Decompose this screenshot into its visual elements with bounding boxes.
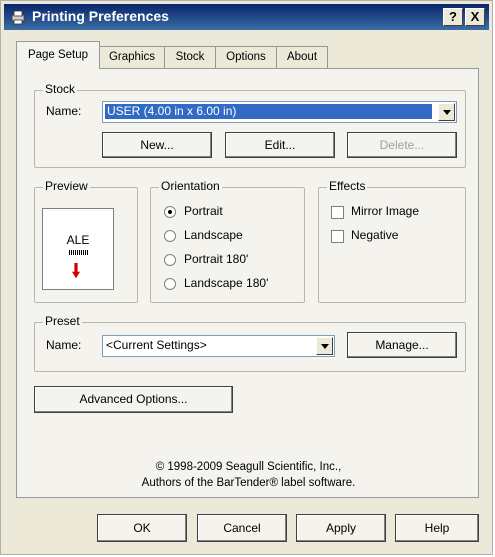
landscape-180-label: Landscape 180': [184, 276, 269, 290]
delete-stock-button[interactable]: Delete...: [347, 132, 457, 158]
title-bar[interactable]: Printing Preferences ? X: [4, 4, 489, 30]
edit-stock-button[interactable]: Edit...: [225, 132, 335, 158]
chevron-down-icon[interactable]: [438, 103, 455, 121]
tab-stock[interactable]: Stock: [164, 46, 216, 68]
mirror-image-checkbox[interactable]: [331, 206, 344, 219]
preset-name-label: Name:: [46, 338, 82, 352]
copyright-text: © 1998-2009 Seagull Scientific, Inc., Au…: [1, 459, 495, 491]
effects-legend: Effects: [327, 179, 368, 193]
preset-legend: Preset: [43, 314, 82, 328]
cancel-button[interactable]: Cancel: [197, 514, 287, 542]
help-title-button[interactable]: ?: [443, 8, 463, 26]
advanced-options-button[interactable]: Advanced Options...: [34, 386, 233, 413]
preview-legend: Preview: [43, 179, 90, 193]
preview-text: ALE: [66, 233, 90, 247]
chevron-down-icon[interactable]: [316, 337, 333, 355]
down-arrow-icon: [72, 263, 80, 279]
copyright-line-2: Authors of the BarTender® label software…: [141, 477, 356, 489]
printer-icon: [11, 10, 25, 25]
printing-preferences-window: Printing Preferences ? X Page Setup Grap…: [0, 0, 493, 555]
barcode-icon: [69, 250, 89, 255]
help-button[interactable]: Help: [395, 514, 479, 542]
ok-button[interactable]: OK: [97, 514, 187, 542]
copyright-line-1: © 1998-2009 Seagull Scientific, Inc.,: [155, 461, 342, 473]
stock-name-label: Name:: [46, 104, 82, 118]
preset-name-value: <Current Settings>: [106, 338, 207, 352]
mirror-image-label: Mirror Image: [351, 204, 420, 218]
portrait-180-label: Portrait 180': [184, 252, 249, 266]
stock-name-dropdown[interactable]: USER (4.00 in x 6.00 in): [102, 101, 457, 123]
tab-options[interactable]: Options: [215, 46, 277, 68]
orientation-legend: Orientation: [159, 179, 222, 193]
preset-name-dropdown[interactable]: <Current Settings>: [102, 335, 335, 357]
stock-legend: Stock: [43, 82, 78, 96]
close-button[interactable]: X: [465, 8, 485, 26]
tab-about[interactable]: About: [276, 46, 328, 68]
manage-preset-button[interactable]: Manage...: [347, 332, 457, 358]
landscape-radio[interactable]: [164, 230, 176, 242]
window-title: Printing Preferences: [32, 8, 169, 24]
negative-checkbox[interactable]: [331, 230, 344, 243]
new-stock-button[interactable]: New...: [102, 132, 212, 158]
portrait-radio[interactable]: [164, 206, 176, 218]
landscape-label: Landscape: [184, 228, 243, 242]
portrait-180-radio[interactable]: [164, 254, 176, 266]
stock-name-value: USER (4.00 in x 6.00 in): [105, 104, 432, 119]
landscape-180-radio[interactable]: [164, 278, 176, 290]
negative-label: Negative: [351, 228, 399, 242]
apply-button[interactable]: Apply: [296, 514, 386, 542]
portrait-label: Portrait: [184, 204, 223, 218]
label-preview: ALE: [42, 208, 114, 290]
tab-page-setup[interactable]: Page Setup: [16, 41, 100, 69]
tab-graphics[interactable]: Graphics: [99, 46, 165, 68]
